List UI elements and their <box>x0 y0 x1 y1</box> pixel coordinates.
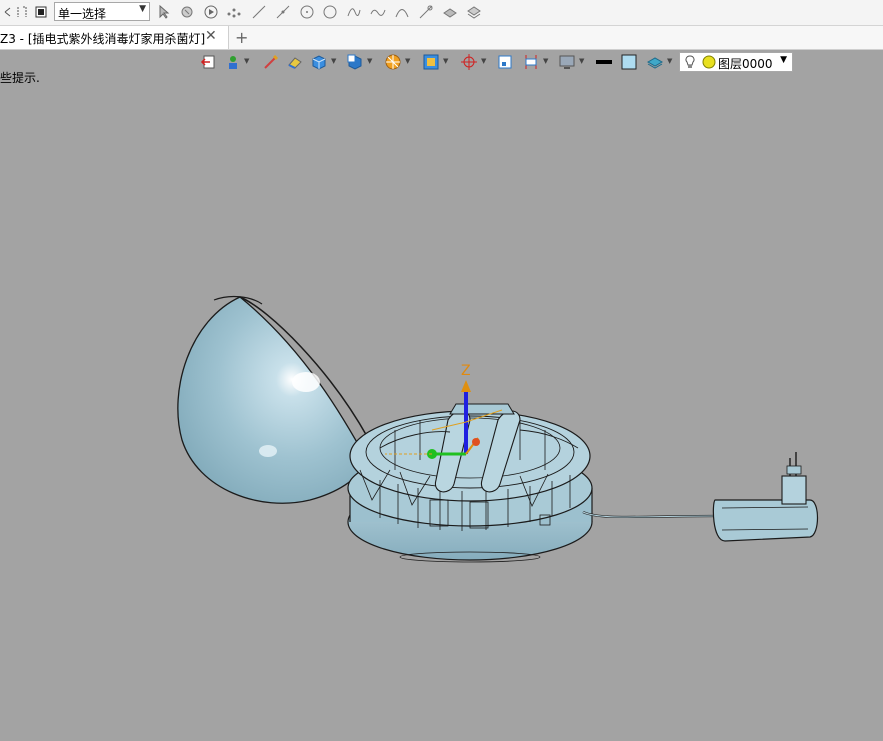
chevron-down-icon[interactable]: ▼ <box>543 57 548 65</box>
exit-sketch-icon[interactable] <box>200 53 218 71</box>
stop-icon[interactable] <box>33 4 49 20</box>
brush-icon[interactable] <box>262 53 280 71</box>
points-icon[interactable] <box>226 4 242 20</box>
filter-pick-icon[interactable] <box>179 4 195 20</box>
line-point-icon[interactable] <box>275 4 291 20</box>
chevron-down-icon[interactable]: ▼ <box>443 57 448 65</box>
frame-icon[interactable] <box>496 53 514 71</box>
spline-icon[interactable] <box>346 4 362 20</box>
lamp-base[interactable] <box>347 410 593 563</box>
lamp-dome[interactable] <box>177 295 369 504</box>
tangent-line-icon[interactable] <box>418 4 434 20</box>
chevron-down-icon[interactable]: ▼ <box>244 57 249 65</box>
z-axis-label: Z <box>461 363 471 379</box>
play-icon[interactable] <box>203 4 219 20</box>
chevron-down-icon[interactable]: ▼ <box>331 57 336 65</box>
line-color-icon[interactable] <box>595 53 613 71</box>
face-color-icon[interactable] <box>620 53 638 71</box>
shaded-cube-icon[interactable] <box>310 53 328 71</box>
tab-title: Z3 - [插电式紫外线消毒灯家用杀菌灯] <box>0 32 206 46</box>
circle-center-icon[interactable] <box>299 4 315 20</box>
3d-viewport[interactable]: Z <box>0 50 883 738</box>
view-orient-icon[interactable] <box>422 53 440 71</box>
add-tab-icon[interactable]: + <box>235 28 248 47</box>
chevron-down-icon: ▼ <box>139 4 146 14</box>
selection-filter-value: 单一选择 <box>58 7 107 21</box>
document-tab-bar: Z3 - [插电式紫外线消毒灯家用杀菌灯] ✕ + <box>0 26 883 50</box>
chevron-down-icon[interactable]: ▼ <box>367 57 372 65</box>
close-icon[interactable]: ✕ <box>205 28 217 44</box>
line-icon[interactable] <box>251 4 267 20</box>
pointer-style-icon[interactable] <box>224 53 242 71</box>
tab-document[interactable]: Z3 - [插电式紫外线消毒灯家用杀菌灯] ✕ <box>0 26 229 49</box>
section-view-icon[interactable] <box>384 53 402 71</box>
pivot-icon[interactable] <box>460 53 478 71</box>
layer-name: 图层0000 <box>718 57 773 71</box>
arc-icon[interactable] <box>394 4 410 20</box>
layer-dropdown[interactable]: 图层0000 ▼ <box>679 52 793 72</box>
display-mode-icon[interactable] <box>346 53 364 71</box>
surface-stack-icon[interactable] <box>466 4 482 20</box>
lightbulb-icon <box>685 55 716 69</box>
chevron-down-icon[interactable]: ▼ <box>481 57 486 65</box>
circle-icon[interactable] <box>322 4 338 20</box>
selection-filter-dropdown[interactable]: 单一选择 ▼ <box>54 2 150 21</box>
bracket-icon[interactable] <box>14 4 30 20</box>
power-adapter[interactable] <box>582 452 819 542</box>
command-toolbar: 单一选择 ▼ <box>0 0 883 26</box>
monitor-icon[interactable] <box>558 53 576 71</box>
layer-icon[interactable] <box>646 53 664 71</box>
chevron-down-icon[interactable]: ▼ <box>405 57 410 65</box>
curve-icon[interactable] <box>370 4 386 20</box>
model-canvas[interactable]: Z <box>0 50 883 738</box>
chevron-down-icon[interactable]: ▼ <box>667 57 672 65</box>
eraser-icon[interactable] <box>286 53 304 71</box>
chevron-down-icon[interactable]: ▼ <box>579 57 584 65</box>
surface-icon[interactable] <box>442 4 458 20</box>
chevron-down-icon: ▼ <box>780 55 787 65</box>
prompt-hint: 些提示. <box>0 71 40 85</box>
pick-cursor-icon[interactable] <box>156 4 172 20</box>
measure-icon[interactable] <box>522 53 540 71</box>
